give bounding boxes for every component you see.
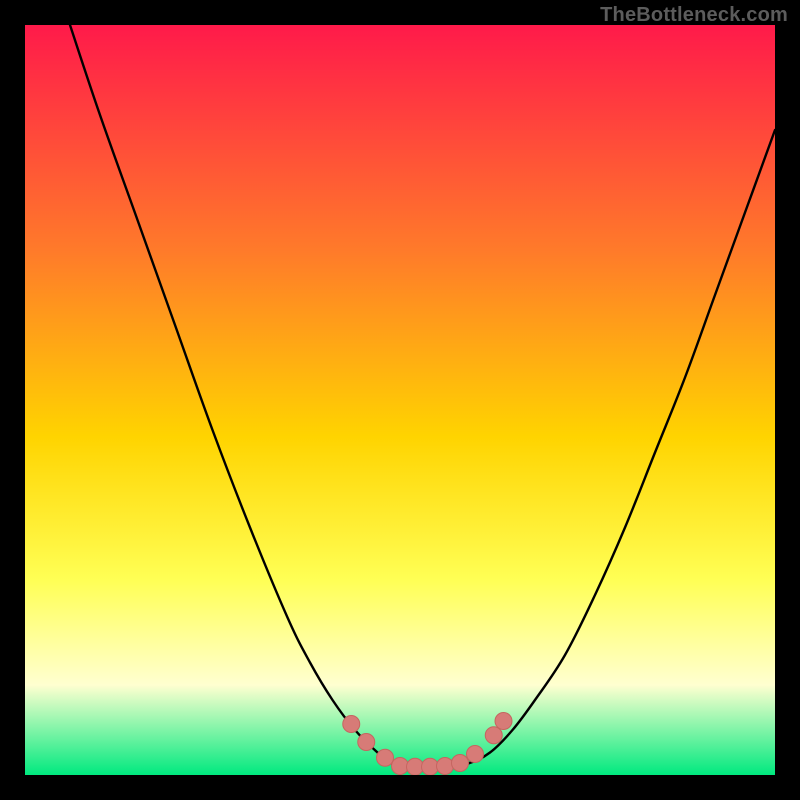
curve-marker bbox=[437, 758, 454, 775]
curve-marker bbox=[407, 758, 424, 775]
plot-area bbox=[25, 25, 775, 775]
curve-marker bbox=[452, 755, 469, 772]
curve-marker bbox=[358, 734, 375, 751]
curve-marker bbox=[343, 716, 360, 733]
curve-marker bbox=[495, 713, 512, 730]
curve-marker bbox=[377, 749, 394, 766]
chart-frame: TheBottleneck.com bbox=[0, 0, 800, 800]
curve-marker bbox=[467, 746, 484, 763]
curve-marker bbox=[392, 758, 409, 775]
watermark-label: TheBottleneck.com bbox=[600, 4, 788, 27]
gradient-background bbox=[25, 25, 775, 775]
curve-marker bbox=[485, 727, 502, 744]
curve-marker bbox=[422, 758, 439, 775]
bottleneck-chart bbox=[25, 25, 775, 775]
